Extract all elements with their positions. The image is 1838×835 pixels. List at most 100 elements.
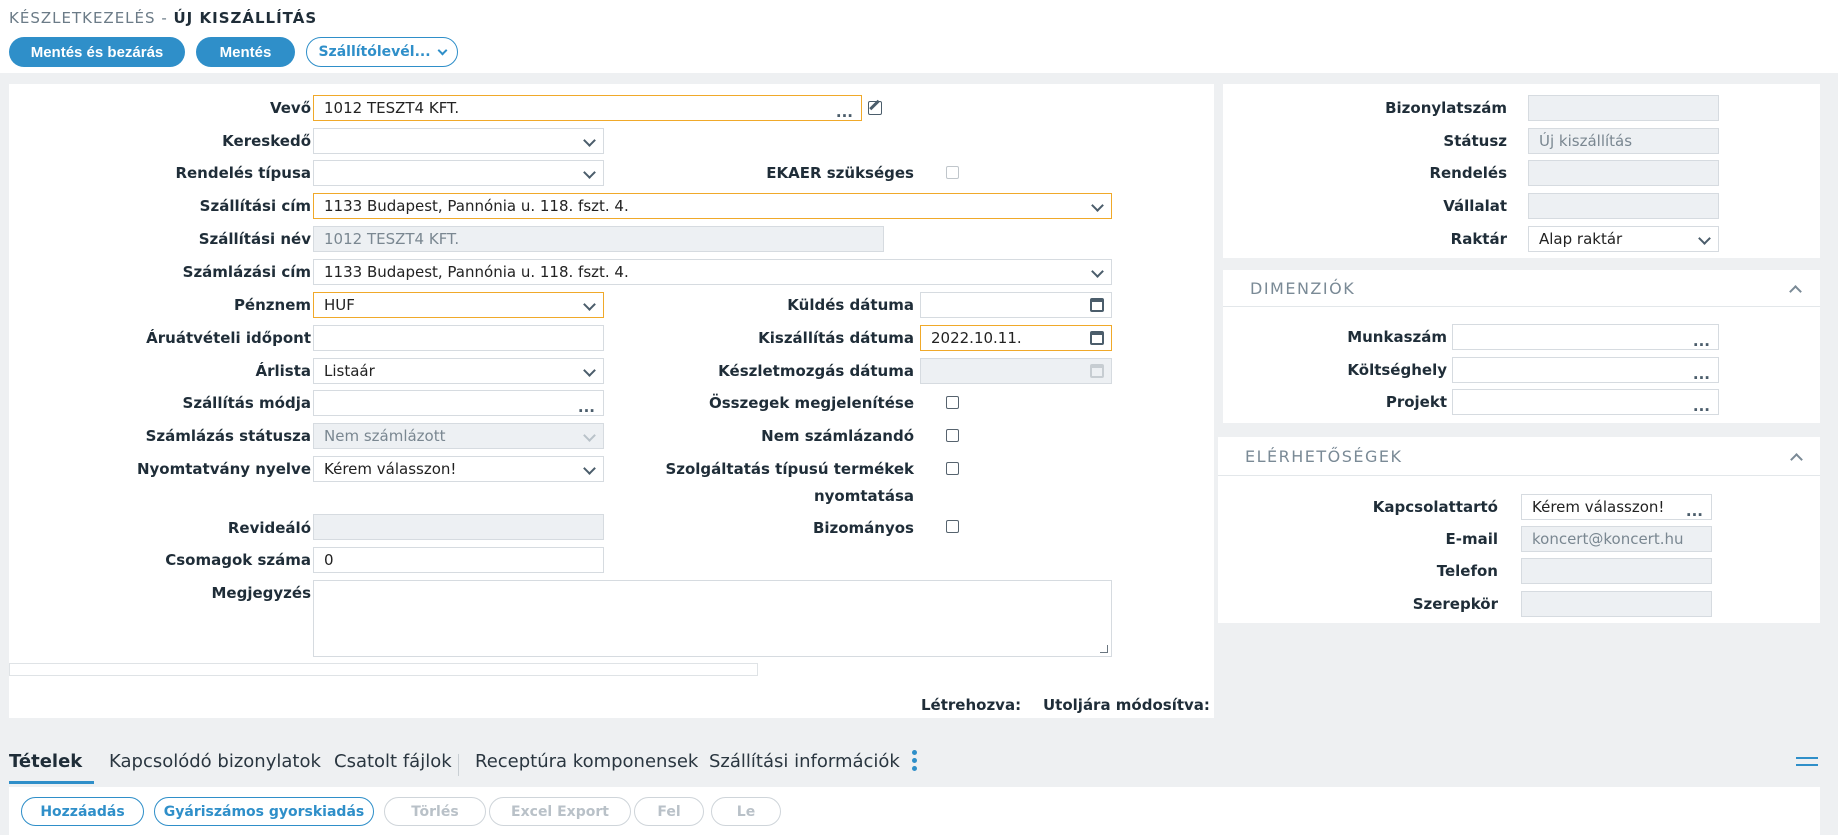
- reviewer-label: Revideáló: [227, 519, 311, 537]
- billing-address-label: Számlázási cím: [182, 263, 311, 281]
- shipping-method-field[interactable]: ...: [313, 390, 604, 416]
- main-form-panel: Vevő 1012 TESZT4 KFT. ... Kereskedő Rend…: [9, 84, 1214, 718]
- warehouse-select[interactable]: Alap raktár: [1528, 226, 1719, 252]
- order-type-select[interactable]: [313, 160, 604, 186]
- contacts-title: ELÉRHETŐSÉGEK: [1245, 447, 1403, 466]
- delivery-date-field[interactable]: 2022.10.11.: [920, 325, 1112, 351]
- calendar-icon[interactable]: [1090, 298, 1104, 312]
- work-number-label: Munkaszám: [1347, 328, 1447, 346]
- tab-bar: Tételek Kapcsolódó bizonylatok Csatolt f…: [0, 737, 1838, 785]
- tab-recipe-components[interactable]: Receptúra komponensek: [475, 751, 698, 772]
- created-label: Létrehozva:: [921, 696, 1022, 714]
- order-label: Rendelés: [1429, 164, 1507, 182]
- tab-items[interactable]: Tételek: [9, 751, 82, 772]
- save-and-close-button[interactable]: Mentés és bezárás: [9, 37, 185, 67]
- calendar-icon[interactable]: [1090, 331, 1104, 345]
- billing-status-select: Nem számlázott: [313, 423, 604, 449]
- ekaer-checkbox: [946, 166, 959, 179]
- order-type-label: Rendelés típusa: [175, 164, 311, 182]
- send-date-label: Küldés dátuma: [787, 296, 914, 314]
- billing-status-label: Számlázás státusza: [145, 427, 311, 445]
- shipping-method-label: Szállítás módja: [182, 394, 311, 412]
- shipping-address-select[interactable]: 1133 Budapest, Pannónia u. 118. fszt. 4.: [313, 193, 1112, 219]
- swap-icon[interactable]: [1796, 752, 1820, 770]
- document-info-panel: Bizonylatszám Státusz Új kiszállítás Ren…: [1223, 84, 1820, 258]
- collapse-icon[interactable]: [1789, 285, 1802, 298]
- doc-number-field: [1528, 95, 1719, 121]
- serial-quick-issue-button[interactable]: Gyáriszámos gyorskiadás: [154, 797, 374, 826]
- delete-button: Törlés: [384, 797, 486, 826]
- currency-select[interactable]: HUF: [313, 292, 604, 318]
- dimensions-panel: DIMENZIÓK Munkaszám ... Költséghely ... …: [1223, 270, 1820, 423]
- cost-center-label: Költséghely: [1347, 361, 1447, 379]
- calendar-icon: [1090, 364, 1104, 378]
- more-icon[interactable]: ...: [836, 105, 853, 120]
- modified-label: Utoljára módosítva:: [1043, 696, 1210, 714]
- currency-label: Pénznem: [233, 296, 311, 314]
- project-label: Projekt: [1385, 393, 1447, 411]
- customer-label: Vevő: [269, 99, 311, 117]
- cost-center-field[interactable]: ...: [1452, 357, 1719, 383]
- more-icon[interactable]: ...: [1686, 504, 1703, 519]
- excel-export-button: Excel Export: [489, 797, 631, 826]
- divider: [1218, 475, 1820, 476]
- status-label: Státusz: [1443, 132, 1507, 150]
- email-label: E-mail: [1445, 530, 1498, 548]
- ekaer-label: EKAER szükséges: [766, 164, 914, 182]
- move-up-button: Fel: [634, 797, 704, 826]
- save-button[interactable]: Mentés: [196, 37, 295, 67]
- breadcrumb-module[interactable]: KÉSZLETKEZELÉS: [9, 9, 156, 27]
- tab-attached-files[interactable]: Csatolt fájlok: [334, 751, 452, 772]
- send-date-field[interactable]: [920, 292, 1112, 318]
- items-toolbar: Hozzáadás Gyáriszámos gyorskiadás Törlés…: [9, 787, 1820, 835]
- more-icon[interactable]: ...: [578, 400, 595, 415]
- customer-field[interactable]: 1012 TESZT4 KFT. ...: [313, 95, 862, 121]
- shipping-name-label: Szállítási név: [198, 230, 311, 248]
- horizontal-scrollbar[interactable]: [9, 663, 758, 676]
- consignment-label: Bizományos: [812, 519, 914, 537]
- phone-label: Telefon: [1436, 562, 1498, 580]
- tab-separator: [458, 754, 459, 776]
- dealer-select[interactable]: [313, 128, 604, 154]
- shipping-address-label: Szállítási cím: [199, 197, 311, 215]
- contact-person-field[interactable]: Kérem válasszon!...: [1521, 494, 1712, 520]
- more-icon[interactable]: ...: [1693, 367, 1710, 382]
- collapse-icon[interactable]: [1790, 453, 1803, 466]
- service-print-checkbox[interactable]: [946, 462, 959, 475]
- add-button[interactable]: Hozzáadás: [21, 797, 144, 826]
- resize-handle-icon[interactable]: [1100, 645, 1108, 653]
- chevron-down-icon: [437, 45, 447, 55]
- more-vertical-icon[interactable]: [912, 750, 918, 774]
- more-icon[interactable]: ...: [1693, 399, 1710, 414]
- company-label: Vállalat: [1443, 197, 1507, 215]
- project-field[interactable]: ...: [1452, 389, 1719, 415]
- consignment-checkbox[interactable]: [946, 520, 959, 533]
- reviewer-field: [313, 514, 604, 540]
- email-field: koncert@koncert.hu: [1521, 526, 1712, 552]
- tab-related-documents[interactable]: Kapcsolódó bizonylatok: [109, 751, 321, 772]
- receipt-time-field[interactable]: [313, 325, 604, 351]
- phone-field: [1521, 558, 1712, 584]
- packages-field[interactable]: 0: [313, 547, 604, 573]
- print-language-select[interactable]: Kérem válasszon!: [313, 456, 604, 482]
- edit-icon[interactable]: [868, 101, 882, 115]
- print-language-label: Nyomtatvány nyelve: [136, 460, 311, 478]
- page-header: KÉSZLETKEZELÉS - ÚJ KISZÁLLÍTÁS Mentés é…: [0, 0, 1838, 73]
- billing-address-select[interactable]: 1133 Budapest, Pannónia u. 118. fszt. 4.: [313, 259, 1112, 285]
- note-label: Megjegyzés: [211, 584, 312, 602]
- delivery-note-dropdown-button[interactable]: Szállítólevél...: [306, 37, 458, 67]
- chevron-down-icon: [583, 134, 596, 147]
- not-billable-checkbox[interactable]: [946, 429, 959, 442]
- contacts-panel: ELÉRHETŐSÉGEK Kapcsolattartó Kérem válas…: [1218, 437, 1820, 623]
- show-amounts-checkbox[interactable]: [946, 396, 959, 409]
- service-print-label-line1: Szolgáltatás típusú termékek: [665, 460, 914, 478]
- note-textarea[interactable]: [313, 580, 1112, 657]
- more-icon[interactable]: ...: [1693, 334, 1710, 349]
- order-field: [1528, 160, 1719, 186]
- contact-person-label: Kapcsolattartó: [1372, 498, 1498, 516]
- work-number-field[interactable]: ...: [1452, 324, 1719, 350]
- tab-shipping-info[interactable]: Szállítási információk: [709, 751, 900, 772]
- breadcrumb-current: ÚJ KISZÁLLÍTÁS: [173, 9, 318, 27]
- price-list-select[interactable]: Listaár: [313, 358, 604, 384]
- breadcrumb: KÉSZLETKEZELÉS - ÚJ KISZÁLLÍTÁS: [9, 9, 318, 27]
